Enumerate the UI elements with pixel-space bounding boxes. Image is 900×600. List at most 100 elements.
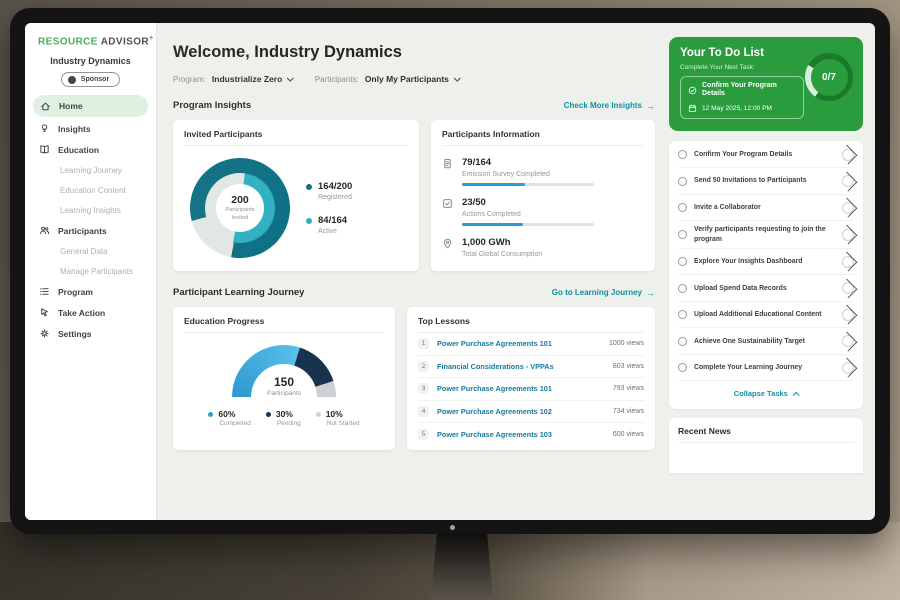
task-label: Upload Additional Educational Content	[694, 310, 835, 319]
sponsor-badge[interactable]: Sponsor	[61, 72, 120, 87]
gauge-center-label: Participants	[232, 390, 336, 397]
sidebar: RESOURCE ADVISOR+ Industry Dynamics Spon…	[25, 23, 157, 520]
sidebar-item-learning-insights[interactable]: Learning Insights	[25, 200, 156, 220]
lesson-row[interactable]: 4 Power Purchase Agreements 102 734 view…	[418, 401, 644, 424]
sidebar-item-insights[interactable]: Insights	[25, 118, 156, 139]
task-checkbox[interactable]	[678, 284, 687, 293]
sidebar-item-program[interactable]: Program	[25, 281, 156, 302]
program-select[interactable]: Industrialize Zero	[212, 74, 293, 84]
legend-pending: 30% Pending	[266, 409, 301, 427]
nav-label: General Data	[60, 247, 108, 256]
participants-information-card: Participants Information 79/164 Emission…	[431, 120, 655, 271]
task-checkbox[interactable]	[678, 177, 687, 186]
lesson-title-link[interactable]: Financial Considerations - VPPAs	[437, 362, 605, 371]
sidebar-item-settings[interactable]: Settings	[25, 323, 156, 344]
card-title: Participants Information	[442, 129, 644, 146]
lesson-rank: 2	[418, 361, 429, 372]
legend-dot	[316, 412, 321, 417]
task-checkbox[interactable]	[678, 337, 687, 346]
lesson-title-link[interactable]: Power Purchase Agreements 101	[437, 339, 601, 348]
participants-select[interactable]: Only My Participants	[365, 74, 460, 84]
sidebar-item-education[interactable]: Education	[25, 139, 156, 160]
invited-participants-card: Invited Participants 200 Participants In…	[173, 120, 419, 271]
card-title: Invited Participants	[184, 129, 408, 146]
chevron-right-icon[interactable]	[842, 202, 854, 214]
program-filter: Program: Industrialize Zero	[173, 74, 293, 84]
todo-tasks-card: Confirm Your Program Details Send 50 Inv…	[669, 141, 863, 410]
task-checkbox[interactable]	[678, 363, 687, 372]
task-row-upload-spend-data[interactable]: Upload Spend Data Records	[678, 275, 854, 302]
stat-value: 79/164	[462, 157, 594, 168]
check-more-insights-link[interactable]: Check More Insights →	[564, 101, 655, 111]
sidebar-item-education-content[interactable]: Education Content	[25, 180, 156, 200]
sidebar-item-learning-journey[interactable]: Learning Journey	[25, 160, 156, 180]
legend-completed: 60% Completed	[208, 409, 250, 427]
lightbulb-icon	[39, 123, 50, 134]
nav-label: Take Action	[58, 308, 105, 318]
task-checkbox[interactable]	[678, 150, 687, 159]
sidebar-item-take-action[interactable]: Take Action	[25, 302, 156, 323]
lesson-row[interactable]: 3 Power Purchase Agreements 101 793 view…	[418, 378, 644, 401]
go-to-learning-journey-link[interactable]: Go to Learning Journey →	[552, 288, 655, 298]
todo-hero-card: Your To Do List Complete Your Next Task:…	[669, 37, 863, 131]
chevron-right-icon[interactable]	[842, 229, 854, 241]
stat-label: Emission Survey Completed	[462, 171, 594, 178]
lesson-row[interactable]: 5 Power Purchase Agreements 103 600 view…	[418, 423, 644, 446]
chevron-right-icon[interactable]	[842, 256, 854, 268]
legend-dot	[306, 184, 312, 190]
arrow-right-icon: →	[646, 288, 655, 298]
progress-fill	[462, 223, 523, 227]
lesson-title-link[interactable]: Power Purchase Agreements 103	[437, 430, 605, 439]
org-name: Industry Dynamics	[25, 56, 156, 66]
sidebar-item-home[interactable]: Home	[33, 95, 148, 117]
chevron-right-icon[interactable]	[842, 362, 854, 374]
power-led	[450, 525, 455, 530]
donut: 200 Participants Invited	[190, 158, 290, 258]
todo-next-task-box[interactable]: Confirm Your Program Details 12 May 2025…	[680, 76, 804, 119]
task-checkbox[interactable]	[678, 230, 687, 239]
legend-value: 60%	[218, 409, 235, 419]
stat-value: 23/50	[462, 197, 594, 208]
donut-center-value: 200	[231, 194, 249, 206]
collapse-tasks-link[interactable]: Collapse Tasks	[678, 381, 854, 407]
lesson-row[interactable]: 2 Financial Considerations - VPPAs 803 v…	[418, 356, 644, 379]
sidebar-item-general-data[interactable]: General Data	[25, 241, 156, 261]
participants-filter-label: Participants:	[315, 75, 359, 84]
page-title: Welcome, Industry Dynamics	[173, 43, 655, 62]
task-checkbox[interactable]	[678, 257, 687, 266]
task-row-complete-learning-journey[interactable]: Complete Your Learning Journey	[678, 355, 854, 382]
nav-label: Program	[58, 287, 93, 297]
chevron-right-icon[interactable]	[842, 282, 854, 294]
task-row-confirm-program[interactable]: Confirm Your Program Details	[678, 142, 854, 169]
task-row-achieve-target[interactable]: Achieve One Sustainability Target	[678, 328, 854, 355]
task-row-invite-collaborator[interactable]: Invite a Collaborator	[678, 195, 854, 222]
sidebar-item-manage-participants[interactable]: Manage Participants	[25, 261, 156, 281]
chevron-up-icon	[793, 392, 799, 398]
sidebar-item-participants[interactable]: Participants	[25, 220, 156, 241]
lesson-rank: 1	[418, 338, 429, 349]
logo-advisor: ADVISOR	[101, 36, 149, 47]
lesson-views: 793 views	[613, 385, 644, 392]
task-label: Upload Spend Data Records	[694, 284, 835, 293]
section-title-learning-journey: Participant Learning Journey	[173, 287, 304, 298]
lesson-title-link[interactable]: Power Purchase Agreements 101	[437, 384, 605, 393]
task-label: Confirm Your Program Details	[694, 150, 835, 159]
task-checkbox[interactable]	[678, 203, 687, 212]
check-square-icon	[442, 198, 453, 209]
chevron-right-icon[interactable]	[842, 335, 854, 347]
chevron-right-icon[interactable]	[842, 175, 854, 187]
task-checkbox[interactable]	[678, 310, 687, 319]
task-row-send-invitations[interactable]: Send 50 Invitations to Participants	[678, 168, 854, 195]
lesson-row[interactable]: 1 Power Purchase Agreements 101 1000 vie…	[418, 333, 644, 356]
task-row-explore-insights[interactable]: Explore Your Insights Dashboard	[678, 249, 854, 276]
task-row-upload-educational-content[interactable]: Upload Additional Educational Content	[678, 302, 854, 329]
task-row-verify-participants[interactable]: Verify participants requesting to join t…	[678, 221, 854, 249]
nav-label: Insights	[58, 124, 91, 134]
task-label: Achieve One Sustainability Target	[694, 337, 835, 346]
chevron-right-icon[interactable]	[842, 149, 854, 161]
lesson-title-link[interactable]: Power Purchase Agreements 102	[437, 407, 605, 416]
gauge-legend: 60% Completed 30% Pending	[208, 409, 359, 427]
nav-label: Learning Journey	[60, 166, 122, 175]
stat-value: 1,000 GWh	[462, 237, 542, 248]
chevron-right-icon[interactable]	[842, 309, 854, 321]
